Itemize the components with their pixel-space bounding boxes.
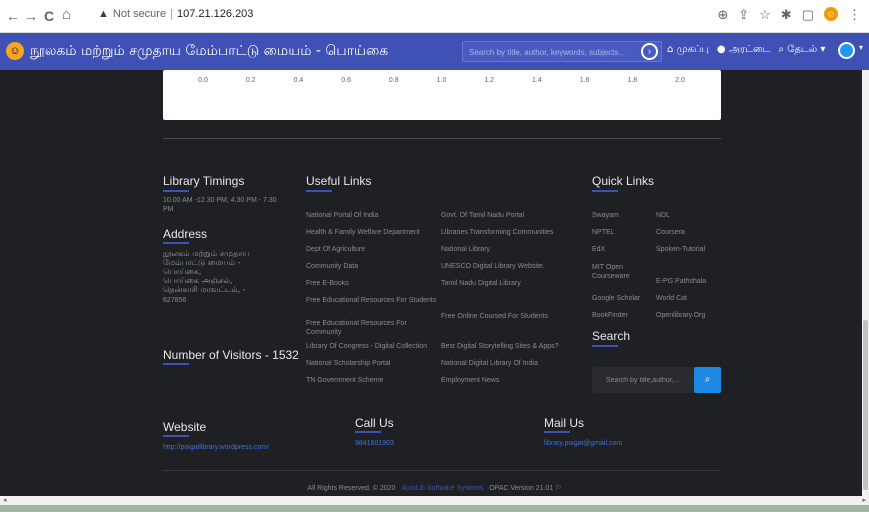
- vertical-scrollbar[interactable]: [862, 70, 869, 496]
- heading-underline: [163, 363, 189, 365]
- useful-link[interactable]: TN Government Scheme: [306, 376, 438, 385]
- useful-link[interactable]: Govt. Of Tamil Nadu Portal: [441, 211, 576, 220]
- scroll-thumb[interactable]: [863, 320, 868, 490]
- useful-link[interactable]: National Portal Of India: [306, 211, 438, 220]
- copyright-divider: [163, 470, 721, 471]
- visitors-counter: Number of Visitors - 1532: [163, 348, 299, 362]
- footer-search-heading: Search: [592, 329, 631, 343]
- scroll-left-icon[interactable]: ◂: [3, 496, 7, 504]
- useful-link[interactable]: Best Digital Storytelling Sites & Apps?: [441, 342, 576, 351]
- version-text: OPAC Version 21.01: [489, 485, 554, 492]
- phone-link[interactable]: 9841601903: [355, 439, 394, 448]
- useful-link[interactable]: Libraries Transforming Communities: [441, 228, 576, 237]
- quick-link[interactable]: BookFinder: [592, 311, 652, 320]
- email-link[interactable]: library.poigai@gmail.com: [544, 439, 622, 448]
- heading-underline: [306, 190, 332, 192]
- heading-underline: [163, 435, 189, 437]
- quick-link[interactable]: EdX: [592, 245, 652, 254]
- useful-link[interactable]: Health & Family Welfare Department: [306, 228, 438, 237]
- copyright-bar: All Rights Reserved. © 2020 AutoLib Soft…: [0, 484, 869, 492]
- quick-link[interactable]: Google Scholar: [592, 294, 652, 303]
- quick-link[interactable]: MIT Open Courseware: [592, 263, 652, 281]
- os-taskbar: [0, 505, 869, 512]
- copyright-text: All Rights Reserved. © 2020: [307, 485, 396, 492]
- quick-link[interactable]: NPTEL: [592, 228, 652, 237]
- quick-link[interactable]: World Cat: [656, 294, 720, 303]
- website-link[interactable]: http://poigailibrary.wordpress.com/: [163, 443, 269, 452]
- quick-link[interactable]: Coursera: [656, 228, 720, 237]
- website-heading: Website: [163, 420, 207, 434]
- flag-icon: ⚐: [555, 485, 562, 492]
- heading-underline: [163, 242, 189, 244]
- heading-underline: [544, 431, 570, 433]
- useful-link[interactable]: Employment News: [441, 376, 576, 385]
- timings-heading: Library Timings: [163, 174, 245, 188]
- useful-link[interactable]: National Scholarship Portal: [306, 359, 438, 368]
- heading-underline: [592, 190, 618, 192]
- heading-underline: [592, 345, 618, 347]
- useful-links-heading: Useful Links: [306, 174, 372, 188]
- useful-link[interactable]: Community Data: [306, 262, 438, 271]
- useful-link[interactable]: Free Online Coursed For Students: [441, 312, 576, 321]
- useful-link[interactable]: Free E-Books: [306, 279, 438, 288]
- quick-link[interactable]: E-PG Pathshala: [656, 277, 720, 286]
- heading-underline: [163, 190, 189, 192]
- useful-link[interactable]: Dept Of Agriculture: [306, 245, 438, 254]
- useful-link[interactable]: Tamil Nadu Digital Library: [441, 279, 576, 288]
- footer: Library Timings 10.00 AM -12.30 PM; 4.30…: [0, 0, 869, 512]
- quick-link[interactable]: Spoken-Tutorial: [656, 245, 720, 254]
- useful-link[interactable]: National Library: [441, 245, 576, 254]
- address-line: தென்காசி மாவட்டம், -: [163, 285, 246, 294]
- address-heading: Address: [163, 227, 208, 241]
- useful-link[interactable]: UNESCO Digital Library Website.: [441, 262, 576, 271]
- quick-link[interactable]: Openlibrary.Org: [656, 311, 720, 320]
- search-icon: ⌕: [704, 374, 711, 385]
- useful-link[interactable]: Free Educational Resources For Community: [306, 319, 438, 337]
- quick-link[interactable]: Swayam: [592, 211, 652, 220]
- horizontal-scrollbar[interactable]: ◂ ▸: [0, 496, 869, 505]
- quick-links-heading: Quick Links: [592, 174, 655, 188]
- timings-text: 10.00 AM -12.30 PM; 4.30 PM - 7.30 PM: [163, 197, 277, 213]
- brand-link[interactable]: AutoLib Software Systems: [401, 485, 483, 492]
- quick-link[interactable]: NDL: [656, 211, 720, 220]
- heading-underline: [355, 431, 381, 433]
- useful-link[interactable]: National Digital Library Of India: [441, 359, 576, 368]
- address-line: 627856: [163, 297, 187, 304]
- call-heading: Call Us: [355, 416, 394, 430]
- footer-search-button[interactable]: ⌕: [694, 367, 721, 393]
- footer-search: ⌕: [592, 367, 721, 393]
- useful-link[interactable]: Free Educational Resources For Students: [306, 296, 438, 305]
- footer-search-input[interactable]: [592, 367, 694, 393]
- mail-heading: Mail Us: [544, 416, 585, 430]
- useful-link[interactable]: Library Of Congress - Digital Collection: [306, 342, 438, 351]
- scroll-right-icon[interactable]: ▸: [862, 496, 866, 504]
